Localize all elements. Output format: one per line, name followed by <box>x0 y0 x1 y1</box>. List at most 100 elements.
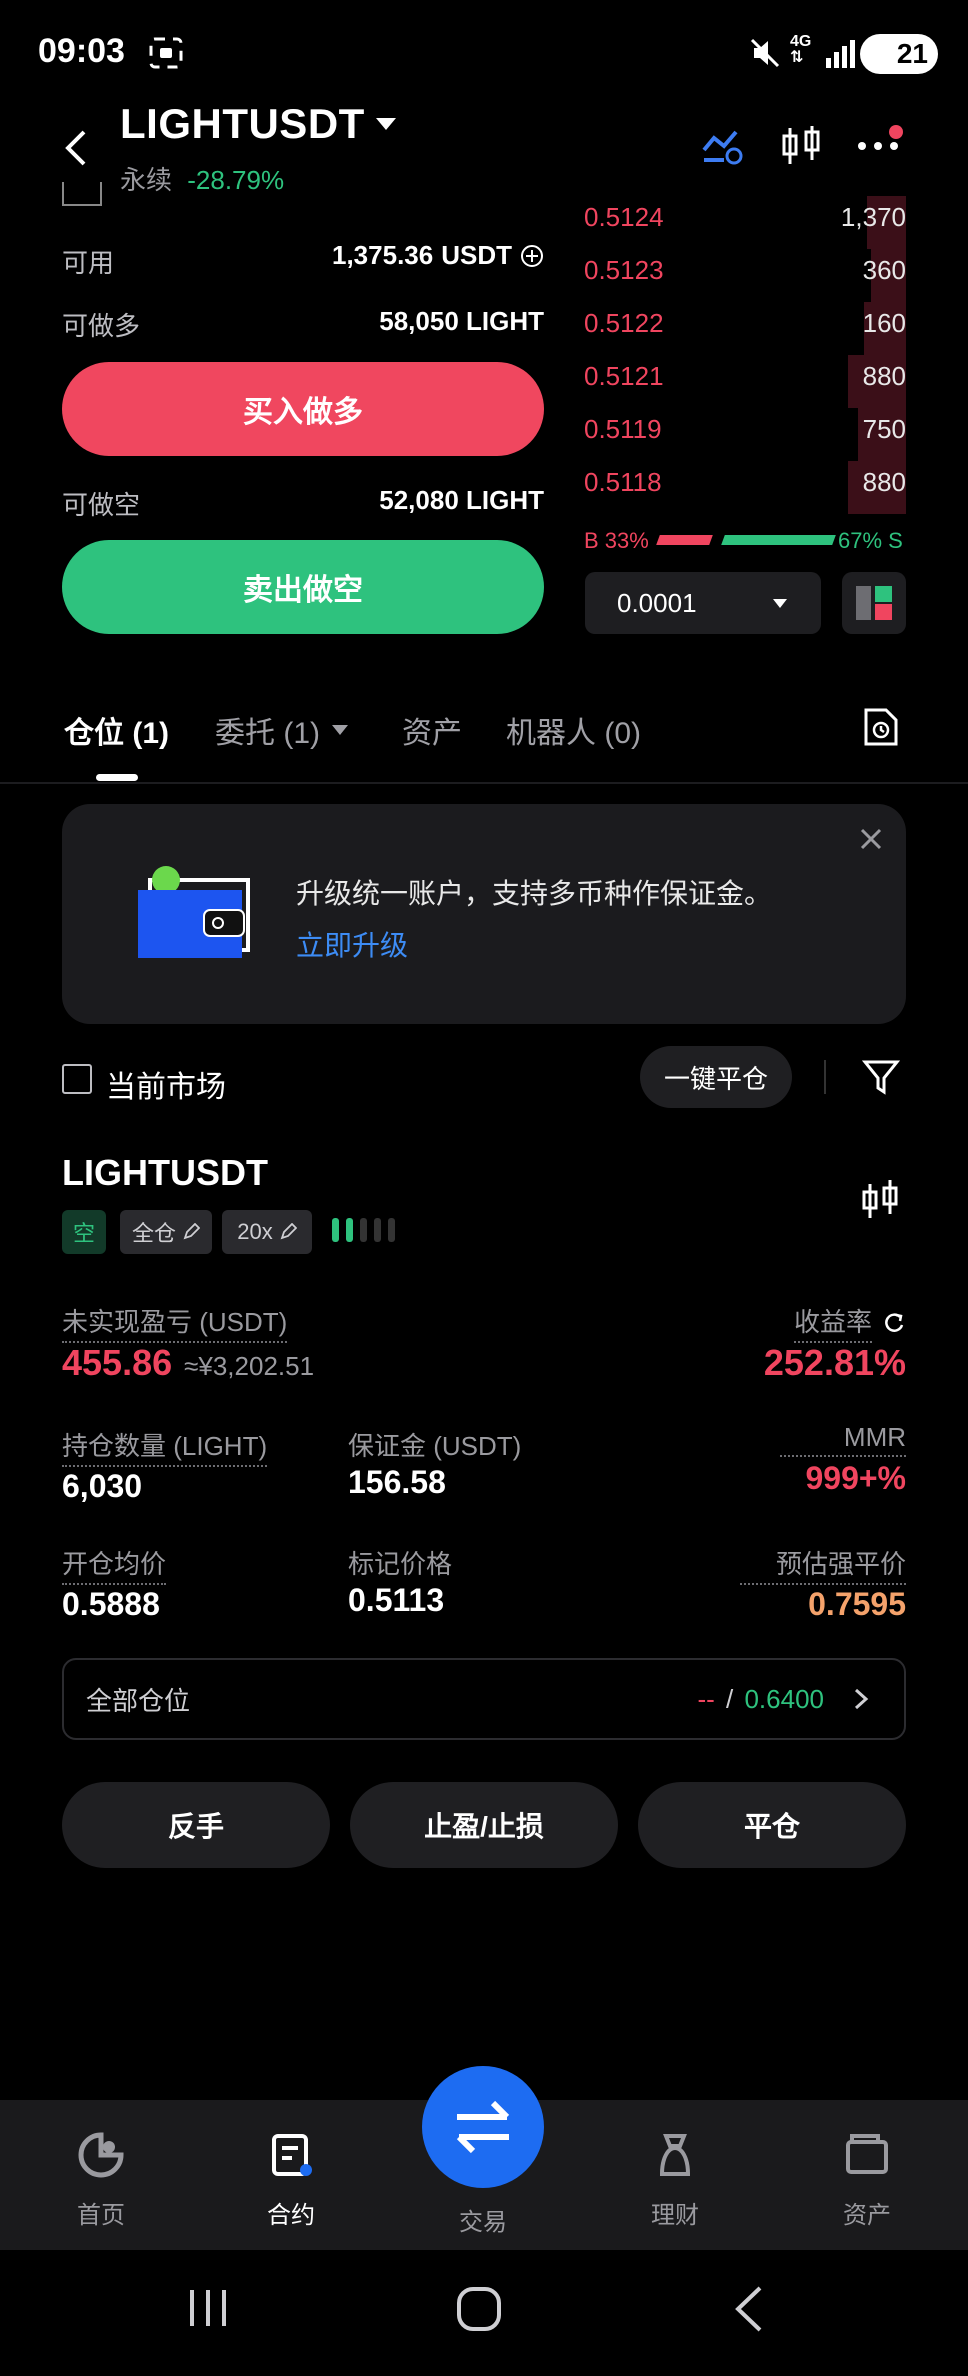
nav-assets[interactable]: 资产 <box>802 2130 932 2230</box>
all-positions-label: 全部仓位 <box>86 1685 191 1716</box>
nav-earn[interactable]: 理财 <box>610 2130 740 2230</box>
available-balance: 1,375.36 USDT <box>310 240 544 271</box>
ask-price: 0.5123 <box>584 255 664 285</box>
current-market-checkbox[interactable] <box>62 1064 92 1094</box>
entry-price-value: 0.5888 <box>62 1586 160 1622</box>
leverage-badge[interactable]: 20x <box>222 1210 312 1254</box>
system-navigation <box>0 2250 968 2376</box>
layout-toggle[interactable] <box>842 572 906 634</box>
sell-short-button[interactable]: 卖出做空 <box>62 540 544 634</box>
edit-icon <box>280 1223 297 1240</box>
can-long-value: 58,050 LIGHT <box>379 306 544 336</box>
available-label: 可用 <box>62 248 115 278</box>
recent-apps-icon[interactable] <box>186 2288 232 2328</box>
all-positions-slash: / <box>718 1683 741 1714</box>
back-system-icon[interactable] <box>734 2286 764 2332</box>
ratio-bar-buy <box>656 535 713 545</box>
nav-earn-label: 理财 <box>651 2202 699 2229</box>
margin-label: 保证金 (USDT) <box>348 1431 522 1461</box>
symbol-title[interactable]: LIGHTUSDT <box>120 100 365 148</box>
signal-icon <box>826 40 855 68</box>
mmr-label[interactable]: MMR <box>780 1422 906 1457</box>
tab-bots[interactable]: 机器人 (0) <box>506 708 641 752</box>
position-size-label[interactable]: 持仓数量 (LIGHT) <box>62 1426 268 1467</box>
precision-value: 0.0001 <box>617 587 697 618</box>
filter-icon[interactable] <box>862 1058 900 1096</box>
buy-long-button[interactable]: 买入做多 <box>62 362 544 456</box>
can-short-value: 52,080 LIGHT <box>379 485 544 515</box>
trade-button[interactable] <box>422 2066 544 2188</box>
ratio-bar-sell <box>721 535 836 545</box>
ask-row[interactable]: 0.5121 880 <box>584 355 906 414</box>
pnl-value: 455.86 <box>62 1342 173 1383</box>
roe-header[interactable]: 收益率 <box>740 1302 906 1343</box>
close-position-button[interactable]: 平仓 <box>638 1782 906 1868</box>
can-short-label: 可做空 <box>62 490 141 520</box>
symbol-subtitle: 永续 -28.79% <box>120 160 284 197</box>
order-history-icon[interactable] <box>862 706 900 748</box>
filter-divider <box>824 1060 826 1094</box>
tab-orders[interactable]: 委托 (1) <box>215 708 348 752</box>
margin-mode-label: 全仓 <box>131 1221 176 1246</box>
chart-settings-icon[interactable] <box>702 126 744 166</box>
ask-qty: 160 <box>862 308 906 338</box>
close-icon[interactable] <box>858 826 884 852</box>
ask-price: 0.5122 <box>584 308 664 338</box>
margin-value: 156.58 <box>348 1464 446 1500</box>
back-arrow-icon[interactable] <box>60 128 92 168</box>
more-menu-icon[interactable] <box>856 122 908 166</box>
banner-text: 升级统一账户，支持多币种作保证金。 <box>296 878 773 909</box>
chevron-right-icon <box>854 1688 869 1710</box>
reverse-button[interactable]: 反手 <box>62 1782 330 1868</box>
tab-active-indicator <box>96 774 138 781</box>
available-value: 1,375.36 <box>332 240 434 270</box>
upgrade-link[interactable]: 立即升级 <box>296 924 408 964</box>
ask-row[interactable]: 0.5124 1,370 <box>584 196 906 255</box>
ask-price: 0.5118 <box>584 467 662 497</box>
close-all-button[interactable]: 一键平仓 <box>640 1046 792 1108</box>
precision-select[interactable]: 0.0001 <box>585 572 821 634</box>
ask-qty: 750 <box>862 414 906 444</box>
tab-assets[interactable]: 资产 <box>402 708 462 752</box>
ask-row[interactable]: 0.5118 880 <box>584 461 906 520</box>
transfer-plus-icon[interactable] <box>520 244 544 268</box>
book-layout-icon <box>856 586 892 620</box>
margin-mode-badge[interactable]: 全仓 <box>120 1210 212 1254</box>
unrealized-pnl-label[interactable]: 未实现盈亏 (USDT) <box>62 1302 288 1343</box>
orders-dropdown-icon <box>332 725 348 735</box>
nav-assets-label: 资产 <box>843 2202 891 2229</box>
position-symbol[interactable]: LIGHTUSDT <box>62 1152 268 1194</box>
ask-row[interactable]: 0.5122 160 <box>584 302 906 361</box>
all-positions-values: -- / 0.6400 <box>697 1684 874 1715</box>
ask-qty: 880 <box>862 361 906 391</box>
position-chart-icon[interactable] <box>862 1178 900 1224</box>
battery-level: 21 <box>896 38 928 69</box>
entry-price-label[interactable]: 开仓均价 <box>62 1544 167 1585</box>
nav-futures[interactable]: 合约 <box>226 2130 356 2230</box>
unrealized-pnl: 455.86 ≈¥3,202.51 <box>62 1342 314 1384</box>
candlestick-icon[interactable] <box>780 124 824 168</box>
ask-price: 0.5121 <box>584 361 664 391</box>
ask-row[interactable]: 0.5123 360 <box>584 249 906 308</box>
tab-positions[interactable]: 仓位 (1) <box>64 708 169 752</box>
battery-indicator: 21 <box>860 34 938 74</box>
nav-home-label: 首页 <box>77 2202 125 2229</box>
current-market-label: 当前市场 <box>106 1071 226 1104</box>
contract-type: 永续 <box>120 165 173 195</box>
nav-trade-label[interactable]: 交易 <box>418 2202 548 2237</box>
symbol-dropdown-icon[interactable] <box>376 118 396 130</box>
nav-home[interactable]: 首页 <box>36 2130 166 2230</box>
liq-price-label[interactable]: 预估强平价 <box>740 1544 906 1585</box>
all-positions-row[interactable]: 全部仓位 -- / 0.6400 <box>62 1658 906 1740</box>
tp-sl-button[interactable]: 止盈/止损 <box>350 1782 618 1868</box>
side-badge: 空 <box>62 1210 106 1254</box>
home-system-icon[interactable] <box>456 2286 502 2332</box>
partial-checkbox[interactable] <box>62 182 102 206</box>
mark-price-value: 0.5113 <box>348 1582 445 1618</box>
leverage-label: 20x <box>237 1219 273 1244</box>
ask-row[interactable]: 0.5119 750 <box>584 408 906 467</box>
wallet-illustration-icon <box>138 866 250 958</box>
tabs-divider <box>0 782 968 784</box>
pnl-cny: ≈¥3,202.51 <box>184 1351 315 1381</box>
home-icon <box>78 2132 124 2178</box>
